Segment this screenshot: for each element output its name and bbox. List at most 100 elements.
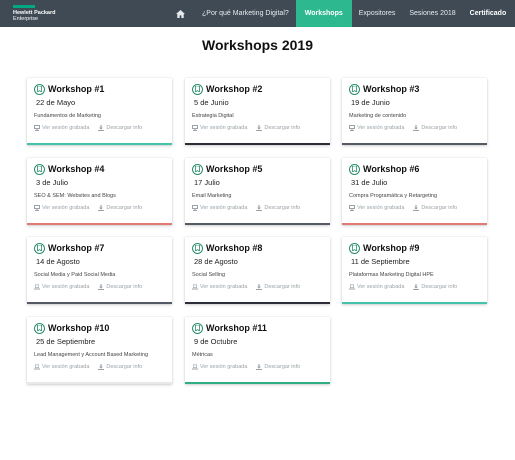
laptop-icon <box>349 284 355 290</box>
workshop-topic: SEO & SEM: Websites and Blogs <box>34 193 116 199</box>
card-actions: Ver sesión grabada Descargar info <box>34 284 165 290</box>
ver-sesion-label: Ver sesión grabada <box>357 205 405 211</box>
ver-sesion-grabada-link[interactable]: Ver sesión grabada <box>349 205 404 211</box>
workshop-card: Workshop #2 5 de Junio Estrategia Digital V… <box>185 78 330 145</box>
ver-sesion-grabada-link[interactable]: Ver sesión grabada <box>34 205 89 211</box>
workshop-topic: Email Marketing <box>192 193 232 199</box>
nav-sesiones-2018[interactable]: Sesiones 2018 <box>402 0 462 27</box>
award-icon <box>192 242 203 254</box>
ver-sesion-label: Ver sesión grabada <box>42 284 90 290</box>
download-icon <box>413 125 420 131</box>
card-header: Workshop #3 <box>349 83 480 95</box>
descargar-info-link[interactable]: Descargar info <box>98 284 142 290</box>
ver-sesion-label: Ver sesión grabada <box>200 364 248 370</box>
ver-sesion-grabada-link[interactable]: Ver sesión grabada <box>192 284 247 290</box>
workshop-title: Workshop #8 <box>206 243 263 253</box>
workshop-card: Workshop #9 11 de Septiembre Plataformas M… <box>342 237 487 304</box>
hpe-logo[interactable]: Hewlett Packard Enterprise <box>13 5 73 22</box>
descargar-info-label: Descargar info <box>421 125 458 131</box>
nav-certificado[interactable]: Certificado <box>463 0 514 27</box>
workshop-topic: Fundamentos de Marketing <box>34 113 101 119</box>
laptop-icon <box>34 364 40 370</box>
logo-line2: Enterprise <box>13 16 39 22</box>
presentation-icon <box>34 125 40 131</box>
card-actions: Ver sesión grabada Descargar info <box>192 284 323 290</box>
descargar-info-link[interactable]: Descargar info <box>413 284 457 290</box>
award-icon <box>192 322 203 334</box>
download-icon <box>256 125 263 131</box>
workshop-topic: Plataformas Marketing Digital HPE <box>349 272 434 278</box>
hpe-logo-bar <box>13 5 35 8</box>
workshop-date: 5 de Junio <box>194 98 229 107</box>
descargar-info-label: Descargar info <box>106 205 143 211</box>
download-icon <box>256 284 263 290</box>
nav-workshops[interactable]: Workshops <box>295 0 352 27</box>
home-icon <box>176 9 185 18</box>
descargar-info-link[interactable]: Descargar info <box>256 205 300 211</box>
card-actions: Ver sesión grabada Descargar info <box>192 205 323 211</box>
workshop-date: 14 de Agosto <box>36 257 80 266</box>
workshop-card: Workshop #5 17 Julio Email Marketing Ver se… <box>185 158 330 225</box>
card-header: Workshop #10 <box>34 322 165 334</box>
workshop-title: Workshop #11 <box>206 323 267 333</box>
ver-sesion-grabada-link[interactable]: Ver sesión grabada <box>349 125 404 131</box>
workshop-topic: Lead Management y Account Based Marketin… <box>34 352 149 358</box>
download-icon <box>98 205 105 211</box>
descargar-info-link[interactable]: Descargar info <box>256 284 300 290</box>
nav-por-que-marketing-digital[interactable]: ¿Por qué Marketing Digital? <box>195 0 296 27</box>
ver-sesion-grabada-link[interactable]: Ver sesión grabada <box>34 125 89 131</box>
card-actions: Ver sesión grabada Descargar info <box>34 205 165 211</box>
ver-sesion-label: Ver sesión grabada <box>42 205 90 211</box>
ver-sesion-grabada-link[interactable]: Ver sesión grabada <box>34 364 89 370</box>
descargar-info-label: Descargar info <box>264 364 301 370</box>
descargar-info-link[interactable]: Descargar info <box>98 125 142 131</box>
descargar-info-label: Descargar info <box>106 284 143 290</box>
download-icon <box>413 284 420 290</box>
card-header: Workshop #8 <box>192 242 323 254</box>
descargar-info-link[interactable]: Descargar info <box>256 364 300 370</box>
descargar-info-link[interactable]: Descargar info <box>256 125 300 131</box>
ver-sesion-grabada-link[interactable]: Ver sesión grabada <box>349 284 404 290</box>
card-header: Workshop #9 <box>349 242 480 254</box>
descargar-info-link[interactable]: Descargar info <box>98 205 142 211</box>
workshop-topic: Social Selling <box>192 272 226 278</box>
ver-sesion-grabada-link[interactable]: Ver sesión grabada <box>192 364 247 370</box>
workshop-card: Workshop #6 31 de Julio Compra Programátic… <box>342 158 487 225</box>
workshop-date: 9 de Octubre <box>194 337 238 346</box>
download-icon <box>413 205 420 211</box>
workshop-title: Workshop #9 <box>363 243 420 253</box>
descargar-info-label: Descargar info <box>264 205 301 211</box>
descargar-info-link[interactable]: Descargar info <box>413 125 457 131</box>
laptop-icon <box>192 284 198 290</box>
award-icon <box>34 242 45 254</box>
card-actions: Ver sesión grabada Descargar info <box>34 125 165 131</box>
workshop-card: Workshop #8 28 de Agosto Social Selling Ver… <box>185 237 330 304</box>
descargar-info-link[interactable]: Descargar info <box>98 364 142 370</box>
award-icon <box>349 83 360 95</box>
ver-sesion-label: Ver sesión grabada <box>357 284 405 290</box>
ver-sesion-grabada-link[interactable]: Ver sesión grabada <box>192 205 247 211</box>
descargar-info-label: Descargar info <box>264 284 301 290</box>
presentation-icon <box>192 205 198 211</box>
ver-sesion-grabada-link[interactable]: Ver sesión grabada <box>34 284 89 290</box>
card-header: Workshop #4 <box>34 163 165 175</box>
card-header: Workshop #2 <box>192 83 323 95</box>
nav-home[interactable] <box>170 0 195 27</box>
card-actions: Ver sesión grabada Descargar info <box>192 125 323 131</box>
workshop-date: 31 de Julio <box>351 178 388 187</box>
award-icon <box>192 163 203 175</box>
ver-sesion-label: Ver sesión grabada <box>200 284 248 290</box>
award-icon <box>34 163 45 175</box>
card-actions: Ver sesión grabada Descargar info <box>192 364 323 370</box>
ver-sesion-label: Ver sesión grabada <box>200 205 248 211</box>
award-icon <box>192 83 203 95</box>
top-navbar: Hewlett Packard Enterprise ¿Por qué Mark… <box>0 0 515 27</box>
nav-expositores[interactable]: Expositores <box>352 0 403 27</box>
card-header: Workshop #7 <box>34 242 165 254</box>
descargar-info-link[interactable]: Descargar info <box>413 205 457 211</box>
laptop-icon <box>192 364 198 370</box>
award-icon <box>349 163 360 175</box>
workshop-date: 19 de Junio <box>351 98 390 107</box>
ver-sesion-grabada-link[interactable]: Ver sesión grabada <box>192 125 247 131</box>
workshop-topic: Compra Programática y Retargeting <box>349 193 438 199</box>
